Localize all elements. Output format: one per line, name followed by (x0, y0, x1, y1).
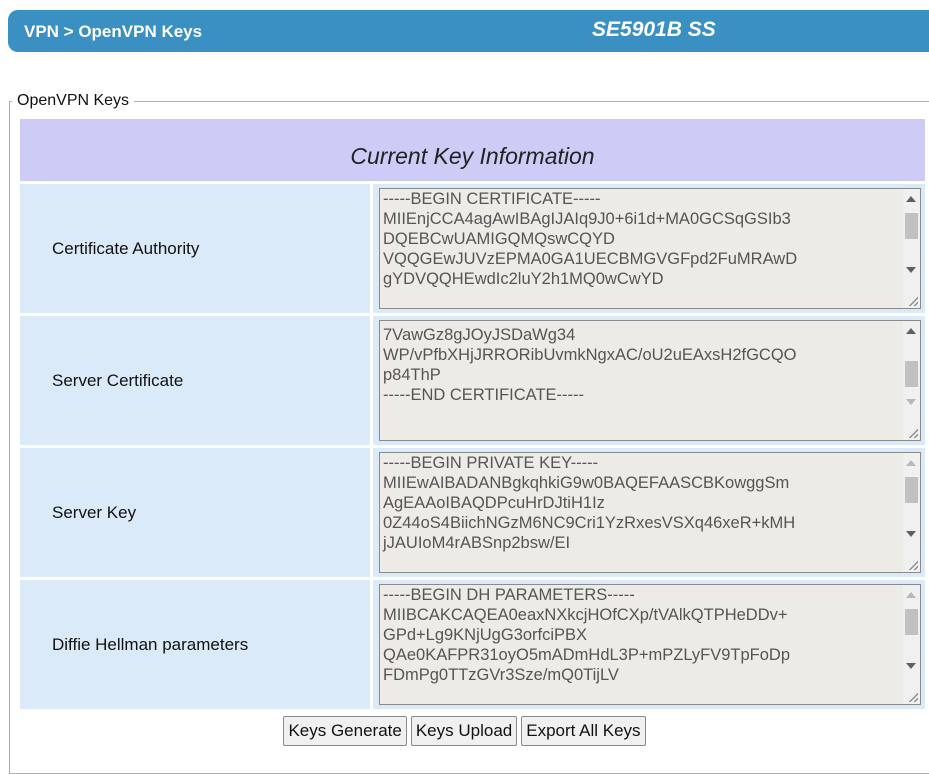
resize-grip-icon[interactable] (906, 690, 918, 702)
row-server-certificate: Server Certificate 7VawGz8gJOyJSDaWg34 W… (20, 313, 925, 445)
server-cert-textarea[interactable]: 7VawGz8gJOyJSDaWg34 WP/vPfbXHjJRRORibUvm… (380, 321, 903, 440)
row-server-key: Server Key -----BEGIN PRIVATE KEY----- M… (20, 445, 925, 577)
row-label: Diffie Hellman parameters (52, 635, 249, 654)
device-model: SE5901B SS (592, 18, 716, 41)
row-label: Server Certificate (52, 371, 184, 390)
scroll-up-icon[interactable] (906, 196, 916, 202)
scroll-down-icon[interactable] (906, 531, 916, 537)
dh-textarea[interactable]: -----BEGIN DH PARAMETERS----- MIIBCAKCAQ… (380, 585, 903, 704)
breadcrumb: VPN > OpenVPN Keys (24, 22, 203, 41)
scroll-up-icon[interactable] (906, 328, 916, 334)
server-key-textarea[interactable]: -----BEGIN PRIVATE KEY----- MIIEwAIBADAN… (380, 453, 903, 572)
row-label: Server Key (52, 503, 137, 522)
key-info-table: Current Key Information Certificate Auth… (20, 119, 925, 709)
scrollbar[interactable] (903, 585, 920, 704)
section-legend: OpenVPN Keys (17, 92, 130, 109)
ca-textarea[interactable]: -----BEGIN CERTIFICATE----- MIIEnjCCA4ag… (380, 189, 903, 308)
value-cell: -----BEGIN CERTIFICATE----- MIIEnjCCA4ag… (370, 184, 928, 313)
scroll-up-icon[interactable] (906, 460, 916, 466)
scroll-down-icon[interactable] (906, 399, 916, 405)
value-cell: -----BEGIN PRIVATE KEY----- MIIEwAIBADAN… (370, 448, 928, 577)
dh-textarea-frame: -----BEGIN DH PARAMETERS----- MIIBCAKCAQ… (379, 584, 921, 705)
scroll-thumb[interactable] (905, 609, 918, 635)
scrollbar[interactable] (903, 321, 920, 440)
export-all-keys-button[interactable]: Export All Keys (521, 716, 646, 746)
keys-upload-button[interactable]: Keys Upload (410, 716, 518, 746)
table-title: Current Key Information (20, 119, 925, 181)
scroll-down-icon[interactable] (906, 267, 916, 273)
scrollbar[interactable] (903, 189, 920, 308)
resize-grip-icon[interactable] (906, 294, 918, 306)
resize-grip-icon[interactable] (906, 558, 918, 570)
scroll-down-icon[interactable] (906, 663, 916, 669)
value-cell: 7VawGz8gJOyJSDaWg34 WP/vPfbXHjJRRORibUvm… (370, 316, 928, 445)
scroll-up-icon[interactable] (906, 592, 916, 598)
scroll-thumb[interactable] (905, 213, 918, 239)
row-diffie-hellman: Diffie Hellman parameters -----BEGIN DH … (20, 577, 925, 709)
keys-generate-button[interactable]: Keys Generate (283, 716, 407, 746)
server-key-textarea-frame: -----BEGIN PRIVATE KEY----- MIIEwAIBADAN… (379, 452, 921, 573)
scroll-thumb[interactable] (905, 361, 918, 387)
ca-textarea-frame: -----BEGIN CERTIFICATE----- MIIEnjCCA4ag… (379, 188, 921, 309)
scroll-thumb[interactable] (905, 477, 918, 503)
action-buttons: Keys Generate Keys Upload Export All Key… (0, 716, 929, 746)
row-label: Certificate Authority (52, 239, 200, 258)
resize-grip-icon[interactable] (906, 426, 918, 438)
row-certificate-authority: Certificate Authority -----BEGIN CERTIFI… (20, 181, 925, 313)
server-cert-textarea-frame: 7VawGz8gJOyJSDaWg34 WP/vPfbXHjJRRORibUvm… (379, 320, 921, 441)
scrollbar[interactable] (903, 453, 920, 572)
value-cell: -----BEGIN DH PARAMETERS----- MIIBCAKCAQ… (370, 580, 928, 709)
page-header: VPN > OpenVPN Keys SE5901B SS (8, 10, 929, 52)
